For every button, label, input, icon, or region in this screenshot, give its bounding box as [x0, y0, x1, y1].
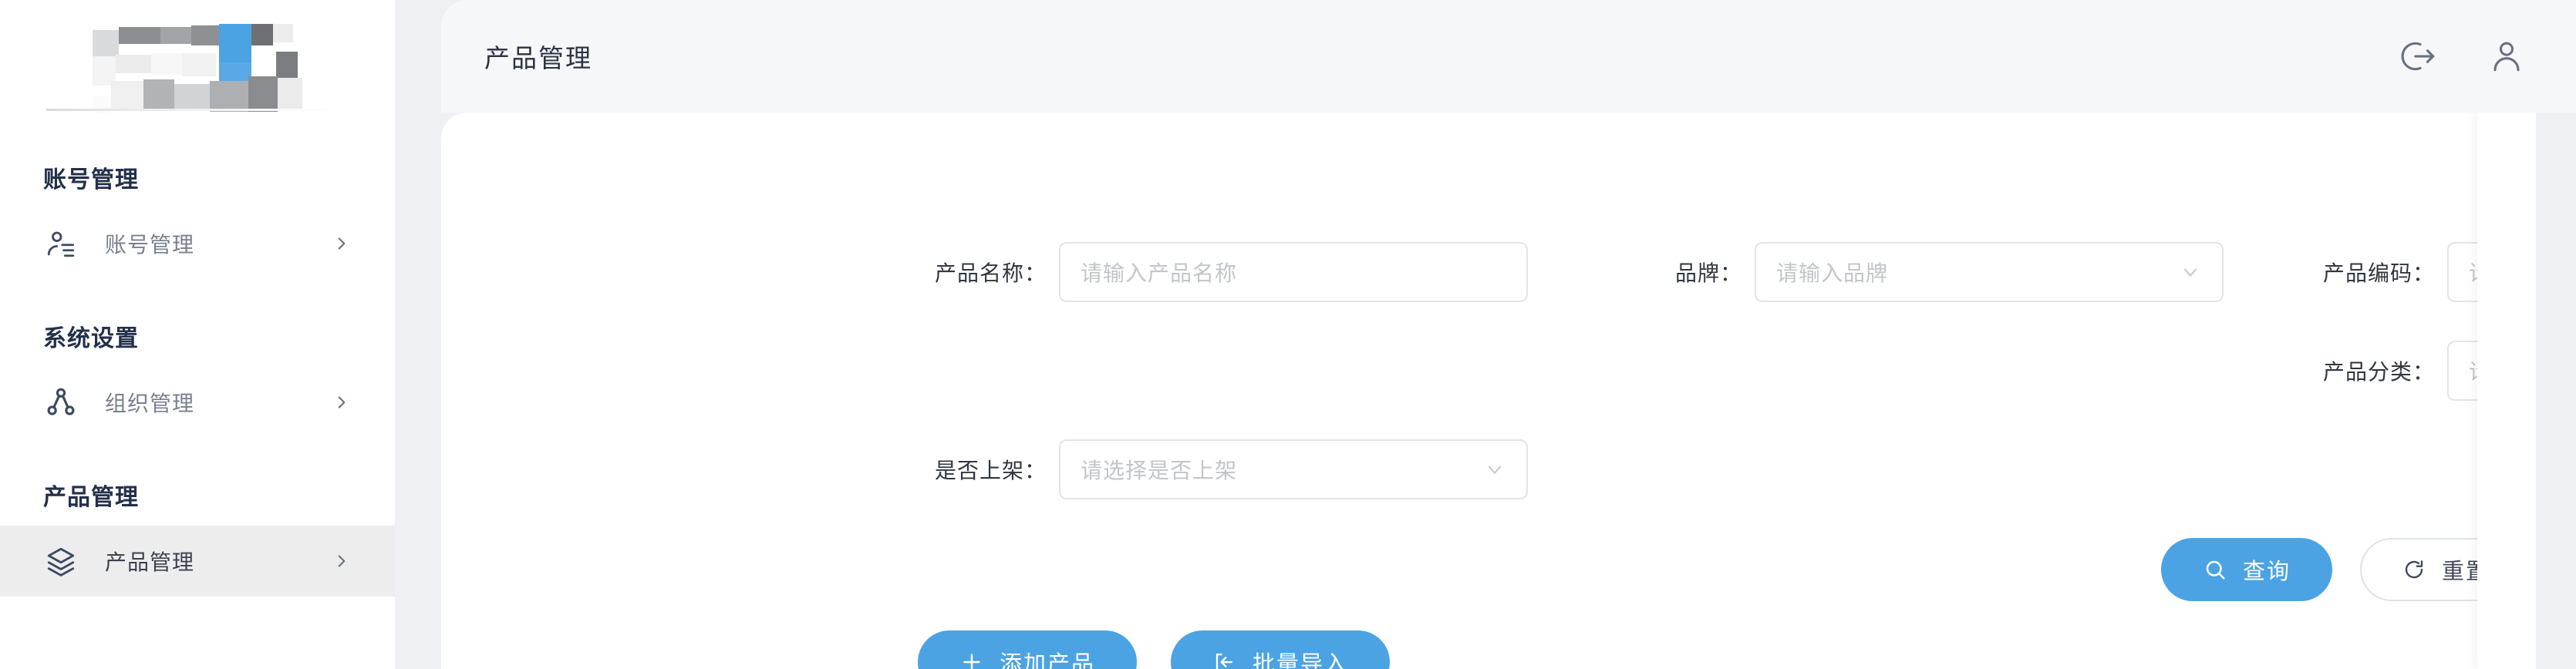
page-title: 产品管理 [484, 44, 592, 72]
sitemap-icon [43, 385, 79, 420]
chevron-down-icon [1483, 458, 1506, 481]
chevron-right-icon [332, 551, 352, 571]
page-header: 产品管理 [441, 0, 2576, 113]
sidebar-section-title-0: 账号管理 [43, 167, 139, 193]
user-icon[interactable] [2487, 36, 2527, 76]
sidebar-item-organization-management[interactable]: 组织管理 [0, 367, 395, 438]
brand-logo [0, 17, 395, 120]
sidebar-item-label: 组织管理 [105, 392, 195, 415]
search-button[interactable]: 查询 [2160, 538, 2332, 601]
sidebar-item-label: 账号管理 [105, 233, 195, 257]
search-icon [2203, 557, 2227, 582]
field-label: 是否上架： [935, 459, 1047, 482]
add-product-button-label: 添加产品 [1000, 652, 1096, 669]
field-label: 产品名称： [935, 261, 1047, 285]
on-shelf-select[interactable]: 请选择是否上架 [1059, 439, 1529, 499]
import-icon [1212, 650, 1237, 669]
plus-icon [959, 650, 984, 669]
field-label: 产品编码： [2323, 261, 2436, 285]
logo-redacted-image [93, 22, 302, 115]
field-label: 品牌： [1675, 261, 1743, 285]
select-placeholder: 请选择是否上架 [1081, 459, 1238, 482]
sidebar-item-product-management[interactable]: 产品管理 [0, 526, 395, 597]
chevron-right-icon [332, 234, 352, 254]
user-key-icon [43, 226, 79, 261]
field-on-shelf: 是否上架： 请选择是否上架 [935, 439, 1529, 499]
chevron-down-icon [2179, 261, 2202, 284]
field-product-name: 产品名称： 请输入产品名称 [935, 242, 1529, 302]
sidebar-item-label: 产品管理 [105, 550, 195, 574]
sidebar-section-title-1: 系统设置 [43, 326, 139, 351]
batch-import-button-label: 批量导入 [1253, 652, 1349, 669]
header-actions [2399, 36, 2527, 76]
search-button-label: 查询 [2242, 560, 2291, 584]
action-button-row: 添加产品 批量导入 [918, 630, 1391, 669]
layers-icon [43, 543, 79, 579]
app-root: 账号管理 账号管理 系统设置 组织管理 产品管理 产品管理 产品管理 产品名称：… [0, 0, 2576, 669]
refresh-icon [2402, 557, 2426, 582]
chevron-right-icon [332, 392, 352, 412]
field-brand: 品牌： 请输入品牌 [1675, 242, 2224, 302]
select-placeholder: 请输入品牌 [1776, 261, 1889, 285]
product-name-input[interactable]: 请输入产品名称 [1059, 242, 1529, 302]
brand-select[interactable]: 请输入品牌 [1755, 242, 2224, 302]
add-product-button[interactable]: 添加产品 [918, 630, 1138, 669]
field-label: 产品分类： [2323, 360, 2436, 384]
sidebar-item-account-management[interactable]: 账号管理 [0, 208, 395, 279]
input-placeholder: 请输入产品名称 [1081, 261, 1238, 285]
content-card: 产品名称： 请输入产品名称 品牌： 请输入品牌 产品编码： 产品分类： 是否上架… [441, 113, 2576, 669]
sidebar: 账号管理 账号管理 系统设置 组织管理 产品管理 产品管理 [0, 0, 395, 669]
logo-divider [46, 109, 349, 111]
search-button-row: 查询 重置 [2160, 538, 2531, 601]
batch-import-button[interactable]: 批量导入 [1171, 630, 1391, 669]
logout-icon[interactable] [2399, 36, 2439, 76]
main-area: 产品管理 产品名称： 请输入产品名称 品牌： 请输入品牌 产品编码： 产品分类：… [395, 0, 2576, 669]
sidebar-section-title-2: 产品管理 [43, 485, 139, 510]
table-right-gutter [2536, 113, 2576, 669]
search-form: 产品名称： 请输入产品名称 品牌： 请输入品牌 产品编码： 产品分类： 是否上架… [441, 113, 2576, 499]
